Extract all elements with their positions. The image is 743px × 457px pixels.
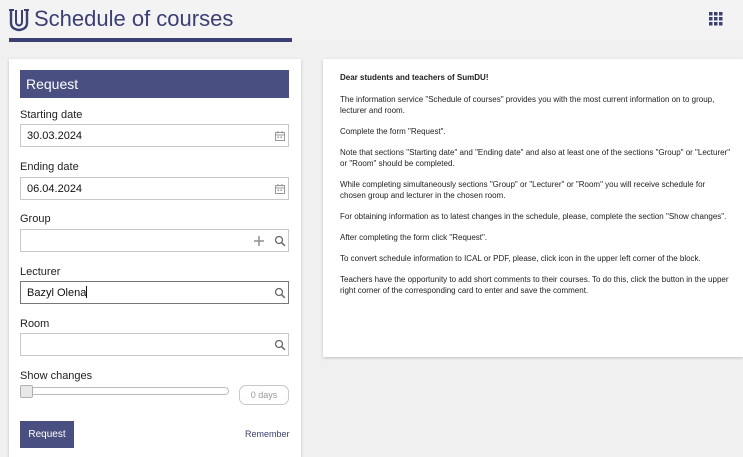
lecturer-field[interactable]: Bazyl Olena [20,281,289,304]
info-paragraph: Teachers have the opportunity to add sho… [340,275,729,295]
lecturer-label: Lecturer [20,266,61,278]
header-underline [9,38,292,42]
info-paragraph: The information service "Schedule of cou… [340,95,715,115]
search-icon[interactable] [274,287,286,299]
starting-date-label: Starting date [20,109,83,121]
info-paragraph: For obtaining information as to latest c… [340,212,727,221]
info-paragraph: After completing the form click "Request… [340,233,488,242]
room-label: Room [20,318,50,330]
starting-date-field[interactable]: 30.03.2024 [20,124,289,147]
university-logo-icon[interactable] [8,8,30,32]
lecturer-value: Bazyl Olena [27,287,87,299]
info-paragraph: To convert schedule information to ICAL … [340,254,701,263]
app-header: Schedule of courses [0,0,743,40]
search-icon[interactable] [274,235,286,247]
show-changes-slider[interactable] [20,387,229,395]
page-title: Schedule of courses [34,6,234,31]
days-input[interactable]: 0 days [239,385,289,405]
ending-date-value: 06.04.2024 [27,183,83,195]
ending-date-label: Ending date [20,161,79,173]
show-changes-label: Show changes [20,370,93,382]
slider-handle[interactable] [20,385,33,398]
text-cursor [86,286,88,298]
info-text: Dear students and teachers of SumDU! The… [340,72,732,306]
info-paragraph: Note that sections "Starting date" and "… [340,148,731,168]
info-greeting: Dear students and teachers of SumDU! [340,73,489,82]
ending-date-field[interactable]: 06.04.2024 [20,177,289,200]
calendar-icon[interactable] [274,183,286,195]
info-paragraph: While completing simultaneously sections… [340,180,706,200]
room-field[interactable] [20,333,289,356]
calendar-icon[interactable] [274,130,286,142]
request-card-title: Request [20,70,289,98]
request-card: Request Starting date 30.03.2024 Ending … [9,59,301,457]
remember-link[interactable]: Remember [245,429,290,439]
starting-date-value: 30.03.2024 [27,130,83,142]
request-button[interactable]: Request [20,421,74,448]
info-card: Dear students and teachers of SumDU! The… [323,59,743,357]
plus-icon[interactable] [253,235,265,247]
info-paragraph: Complete the form "Request". [340,127,446,136]
group-field[interactable] [20,229,289,252]
group-label: Group [20,213,51,225]
search-icon[interactable] [274,339,286,351]
grid-menu-icon[interactable] [709,12,723,26]
